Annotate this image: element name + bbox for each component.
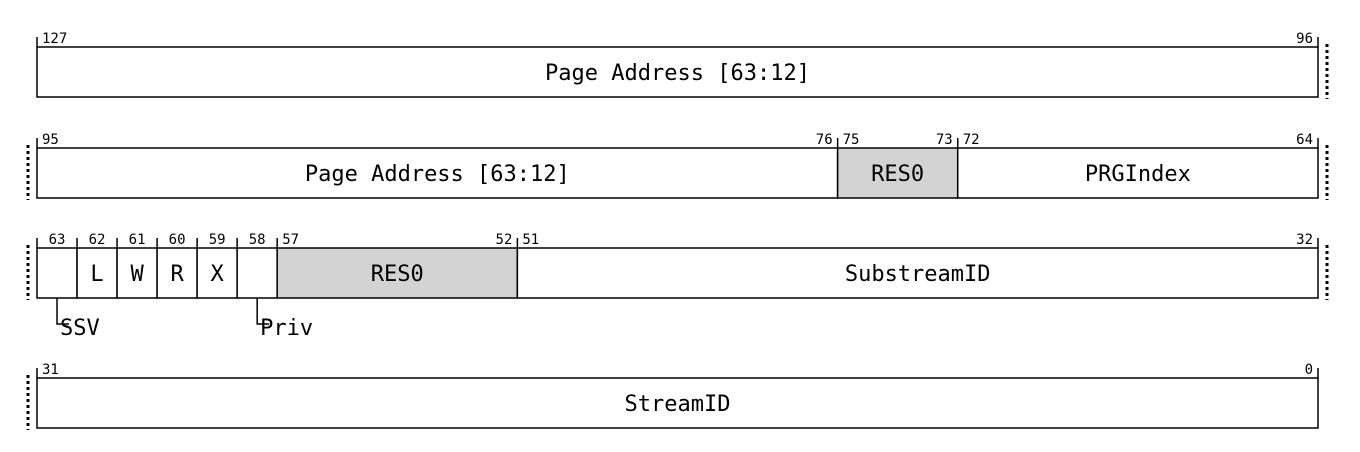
register-row-127-96: Page Address [63:12] 127 96 — [36, 31, 1329, 99]
field-label-x: X — [211, 262, 225, 287]
field-box-priv — [236, 247, 278, 299]
bit-number-95: 95 — [42, 132, 59, 148]
callout-label-priv: Priv — [260, 316, 313, 341]
field-label-l: L — [90, 262, 103, 287]
bit-number-32: 32 — [1296, 232, 1313, 248]
bit-number-73: 73 — [936, 132, 953, 148]
register-row-95-64: Page Address [63:12] 95 76 RES0 75 73 PRGIndex… — [26, 132, 1329, 200]
bit-number-96: 96 — [1296, 31, 1313, 47]
field-box-ssv — [36, 247, 78, 299]
register-bit-layout-diagram: Page Address [63:12]127 96Page Address [6… — [26, 31, 1329, 430]
field-label-res0: RES0 — [371, 262, 424, 287]
bit-number-64: 64 — [1296, 132, 1313, 148]
bit-number-127: 127 — [42, 31, 67, 47]
bit-number-31: 31 — [42, 362, 59, 378]
field-label-w: W — [130, 262, 144, 287]
field-label-r: R — [170, 262, 184, 287]
field-label-page-address-63-12: Page Address [63:12] — [545, 61, 810, 86]
bit-number-63: 63 — [49, 232, 66, 248]
bit-number-76: 76 — [816, 132, 833, 148]
field-label-streamid: StreamID — [625, 392, 731, 417]
bit-number-61: 61 — [129, 232, 146, 248]
bit-number-51: 51 — [522, 232, 539, 248]
bit-number-72: 72 — [963, 132, 980, 148]
bit-number-57: 57 — [282, 232, 299, 248]
register-row-31-0: StreamID 31 0 — [26, 362, 1319, 430]
bit-number-60: 60 — [169, 232, 186, 248]
bit-number-59: 59 — [209, 232, 226, 248]
bit-number-0: 0 — [1305, 362, 1313, 378]
bit-number-58: 58 — [249, 232, 266, 248]
register-row-63-32: 63 SSV L 62 W 61 R 60 X 59 58 Priv RES0 57 52 Substream… — [26, 232, 1329, 341]
bit-number-52: 52 — [496, 232, 513, 248]
field-label-substreamid: SubstreamID — [845, 262, 991, 287]
field-label-prgindex: PRGIndex — [1085, 162, 1191, 187]
callout-label-ssv: SSV — [60, 316, 100, 341]
field-label-page-address-63-12: Page Address [63:12] — [305, 162, 570, 187]
bit-number-75: 75 — [843, 132, 860, 148]
bit-number-62: 62 — [89, 232, 106, 248]
field-label-res0: RES0 — [871, 162, 924, 187]
